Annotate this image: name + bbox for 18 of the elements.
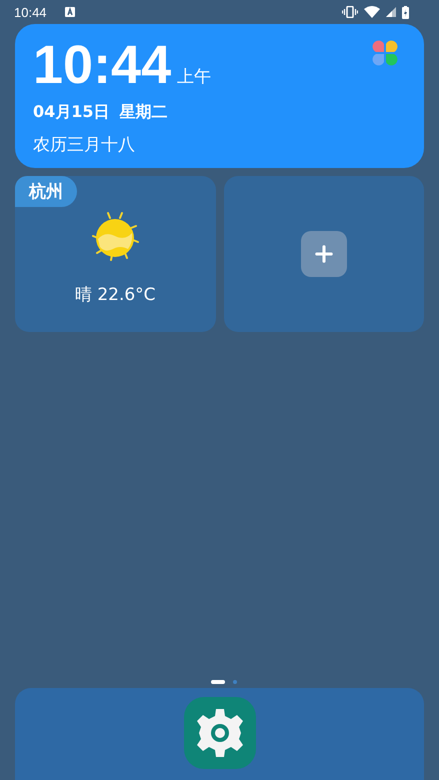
wifi-icon [364, 6, 380, 18]
lunar-date: 农历三月十八 [33, 134, 136, 156]
signal-icon [386, 7, 396, 17]
clock-period: 上午 [177, 66, 212, 88]
weather-card[interactable]: 杭州 晴 22.6°C [15, 176, 216, 332]
add-button[interactable] [300, 231, 347, 277]
notification-icon [64, 7, 75, 17]
settings-icon[interactable] [184, 697, 256, 769]
battery-icon [402, 6, 409, 18]
clock-time: 10:44 [33, 38, 172, 92]
weather-reading: 晴 22.6°C [74, 284, 156, 306]
plus-icon [314, 245, 333, 263]
vibrate-icon [342, 6, 358, 18]
date-text: 04月15日 [33, 102, 110, 123]
weekday-text: 星期二 [120, 102, 168, 123]
status-time: 10:44 [14, 4, 47, 20]
page-indicator-dot[interactable] [232, 680, 236, 684]
city-tag: 杭州 [15, 176, 77, 207]
